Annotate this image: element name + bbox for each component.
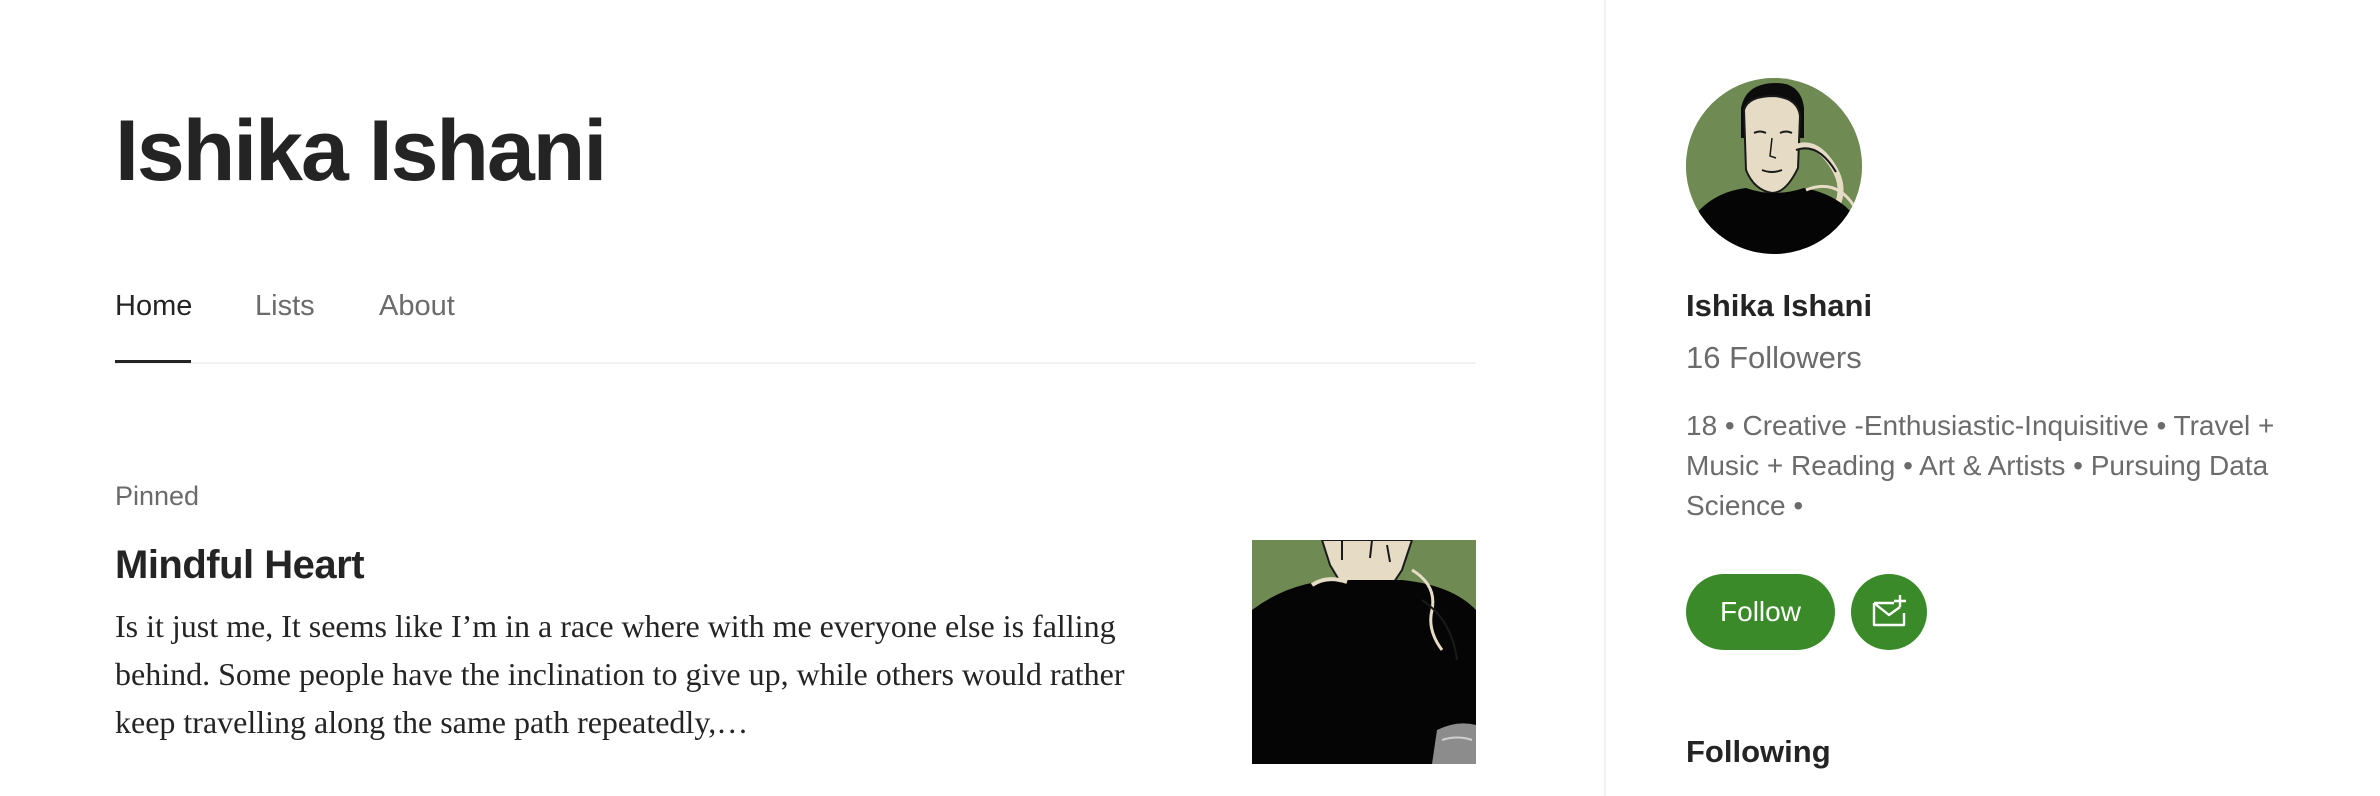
active-tab-indicator bbox=[115, 360, 191, 363]
mail-plus-icon bbox=[1872, 595, 1906, 627]
avatar[interactable] bbox=[1686, 78, 1862, 254]
article-thumbnail[interactable] bbox=[1252, 540, 1476, 764]
following-heading: Following bbox=[1686, 734, 1831, 769]
main-column: Ishika Ishani Home Lists About Pinned Mi… bbox=[0, 0, 1604, 796]
page-title: Ishika Ishani bbox=[115, 103, 607, 199]
tab-about[interactable]: About bbox=[379, 292, 455, 321]
article-thumbnail-illustration bbox=[1252, 540, 1476, 764]
pinned-label: Pinned bbox=[115, 481, 200, 511]
tab-home[interactable]: Home bbox=[115, 292, 192, 321]
profile-page: Ishika Ishani Home Lists About Pinned Mi… bbox=[0, 0, 2380, 796]
avatar-illustration bbox=[1686, 78, 1862, 254]
profile-bio: 18 • Creative -Enthusiastic-Inquisitive … bbox=[1686, 410, 2275, 521]
followers-count[interactable]: 16 Followers bbox=[1686, 342, 1862, 373]
tab-lists[interactable]: Lists bbox=[255, 292, 315, 321]
profile-tabs: Home Lists About bbox=[115, 286, 1476, 364]
article-title[interactable]: Mindful Heart bbox=[115, 543, 365, 587]
sidebar-profile-name[interactable]: Ishika Ishani bbox=[1686, 290, 1872, 321]
article-excerpt[interactable]: Is it just me, It seems like I’m in a ra… bbox=[115, 602, 1125, 746]
subscribe-email-button[interactable] bbox=[1851, 574, 1927, 650]
profile-sidebar: Ishika Ishani 16 Followers 18 • Creative… bbox=[1606, 0, 2380, 796]
follow-button[interactable]: Follow bbox=[1686, 574, 1835, 650]
